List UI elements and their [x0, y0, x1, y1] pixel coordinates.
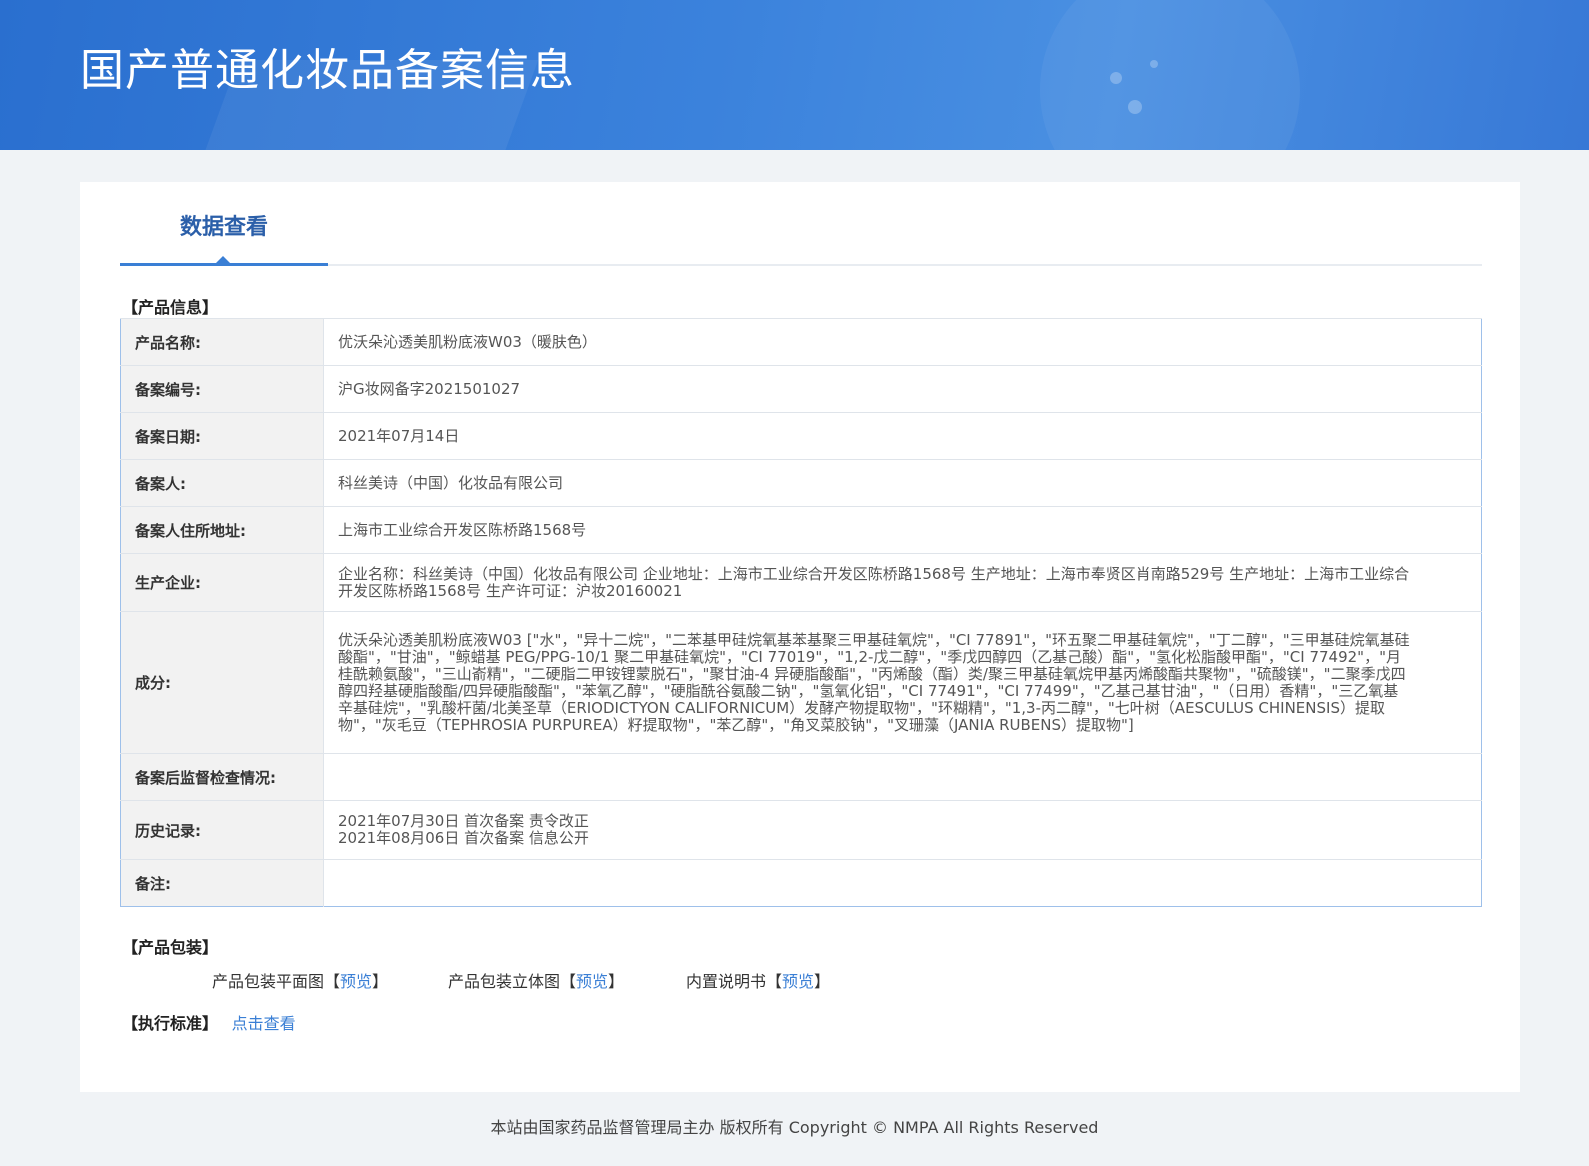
- banner-dot: [1110, 72, 1122, 84]
- history-cell: 2021年07月30日 首次备案 责令改正 2021年08月06日 首次备案 信…: [323, 800, 1482, 860]
- tab-bar: 数据查看: [120, 182, 1482, 266]
- table-row: 产品名称: 优沃朵沁透美肌粉底液W03（暖肤色）: [120, 318, 1482, 366]
- bracket: 【: [560, 972, 577, 991]
- field-value: 优沃朵沁透美肌粉底液W03 ["水"，"异十二烷"，"二苯基甲硅烷氧基苯基聚三甲…: [323, 611, 1482, 754]
- packaging-item-3d: 产品包装立体图【预览】: [448, 968, 624, 992]
- tab-label: 数据查看: [179, 215, 268, 240]
- bracket: 【: [324, 972, 341, 991]
- field-value: [323, 859, 1482, 907]
- field-label: 产品名称:: [120, 318, 324, 366]
- tab-data-view[interactable]: 数据查看: [120, 182, 328, 266]
- view-standard-link[interactable]: 点击查看: [232, 1014, 296, 1033]
- field-label: 备案日期:: [120, 412, 324, 460]
- banner-decoration: [1040, 0, 1300, 150]
- preview-link[interactable]: 预览: [340, 972, 372, 991]
- table-row: 备案编号: 沪G妆网备字2021501027: [120, 365, 1482, 413]
- packaging-item-label: 产品包装平面图: [212, 972, 325, 991]
- banner-dot: [1128, 100, 1142, 114]
- header-banner: 国产普通化妆品备案信息: [0, 0, 1589, 150]
- field-value: 上海市工业综合开发区陈桥路1568号: [323, 506, 1482, 554]
- bracket: 【: [766, 972, 783, 991]
- field-label: 备案人住所地址:: [120, 506, 324, 554]
- field-label: 生产企业:: [120, 553, 324, 612]
- field-value: [323, 753, 1482, 801]
- product-info-heading: 【产品信息】: [122, 298, 219, 317]
- field-label: 备案编号:: [120, 365, 324, 413]
- field-value: 科丝美诗（中国）化妆品有限公司: [323, 459, 1482, 507]
- packaging-item-label: 内置说明书: [686, 972, 767, 991]
- bracket: 】: [608, 972, 625, 991]
- preview-link[interactable]: 预览: [782, 972, 814, 991]
- table-row: 备注:: [120, 859, 1482, 907]
- field-value: 2021年07月14日: [323, 412, 1482, 460]
- footer-copyright: 本站由国家药品监督管理局主办 版权所有 Copyright © NMPA All…: [490, 1118, 1099, 1137]
- table-row: 历史记录: 2021年07月30日 首次备案 责令改正 2021年08月06日 …: [120, 800, 1482, 860]
- field-value: 沪G妆网备字2021501027: [323, 365, 1482, 413]
- main-card: 数据查看 【产品信息】 产品名称: 优沃朵沁透美肌粉底液W03（暖肤色） 备案编…: [80, 182, 1520, 1092]
- bracket: 】: [372, 972, 389, 991]
- history-entry: 2021年08月06日 首次备案 信息公开: [338, 829, 589, 847]
- field-label: 历史记录:: [120, 800, 324, 860]
- preview-link[interactable]: 预览: [576, 972, 608, 991]
- table-row: 备案人住所地址: 上海市工业综合开发区陈桥路1568号: [120, 506, 1482, 554]
- field-value: 企业名称：科丝美诗（中国）化妆品有限公司 企业地址：上海市工业综合开发区陈桥路1…: [323, 553, 1482, 612]
- table-row: 备案后监督检查情况:: [120, 753, 1482, 801]
- table-row: 备案人: 科丝美诗（中国）化妆品有限公司: [120, 459, 1482, 507]
- field-label: 备案后监督检查情况:: [120, 753, 324, 801]
- history-entry: 2021年07月30日 首次备案 责令改正: [338, 812, 589, 830]
- product-info-table: 产品名称: 优沃朵沁透美肌粉底液W03（暖肤色） 备案编号: 沪G妆网备字202…: [120, 318, 1482, 907]
- standard-row: 【执行标准】 点击查看: [122, 1010, 296, 1034]
- packaging-item-flat: 产品包装平面图【预览】: [212, 968, 388, 992]
- packaging-item-manual: 内置说明书【预览】: [686, 968, 830, 992]
- standard-heading: 【执行标准】: [122, 1014, 219, 1033]
- field-label: 成分:: [120, 611, 324, 754]
- tab-indicator: [216, 256, 230, 263]
- bracket: 】: [814, 972, 831, 991]
- table-row: 生产企业: 企业名称：科丝美诗（中国）化妆品有限公司 企业地址：上海市工业综合开…: [120, 553, 1482, 612]
- table-row: 备案日期: 2021年07月14日: [120, 412, 1482, 460]
- field-label: 备注:: [120, 859, 324, 907]
- page-title: 国产普通化妆品备案信息: [80, 45, 575, 96]
- field-value: 优沃朵沁透美肌粉底液W03（暖肤色）: [323, 318, 1482, 366]
- banner-dot: [1150, 60, 1158, 68]
- field-label: 备案人:: [120, 459, 324, 507]
- table-row: 成分: 优沃朵沁透美肌粉底液W03 ["水"，"异十二烷"，"二苯基甲硅烷氧基苯…: [120, 611, 1482, 754]
- packaging-heading: 【产品包装】: [122, 938, 219, 957]
- packaging-item-label: 产品包装立体图: [448, 972, 561, 991]
